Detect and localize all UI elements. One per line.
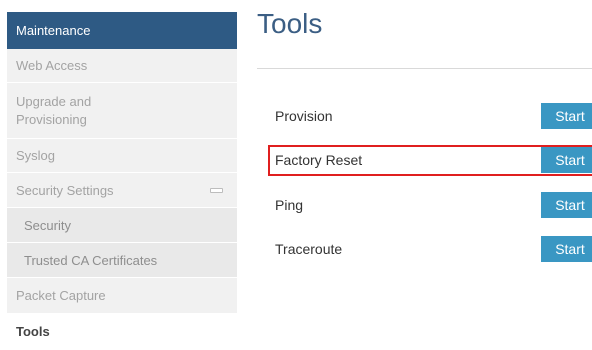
sidebar-header-label: Maintenance	[16, 23, 91, 38]
sidebar-item-label: Syslog	[16, 148, 56, 163]
tool-label: Ping	[275, 197, 304, 213]
tool-label: Traceroute	[275, 241, 343, 257]
sidebar-header-maintenance[interactable]: Maintenance	[7, 12, 237, 49]
start-button[interactable]: Start	[541, 236, 592, 262]
sidebar-item-packet-capture[interactable]: Packet Capture	[7, 278, 237, 314]
sidebar-item-upgrade-provisioning[interactable]: Upgrade and Provisioning	[7, 83, 237, 139]
sidebar-item-label: Upgrade and Provisioning	[16, 93, 92, 127]
sidebar-item-label: Security	[24, 217, 71, 233]
sidebar-item-syslog[interactable]: Syslog	[7, 139, 237, 173]
sidebar-item-label: Web Access	[16, 58, 88, 73]
tool-row-provision: Provision Start	[268, 102, 592, 130]
tool-label: Factory Reset	[275, 152, 363, 168]
title-divider	[257, 68, 592, 69]
tool-label: Provision	[275, 108, 333, 124]
sidebar-item-label: Tools	[16, 324, 50, 339]
sidebar-item-security[interactable]: Security	[7, 208, 237, 243]
minus-icon[interactable]	[210, 187, 223, 193]
tool-row-ping: Ping Start	[268, 191, 592, 219]
main-content: Tools Provision Start Factory Reset Star…	[257, 0, 592, 347]
start-button[interactable]: Start	[541, 192, 592, 218]
sidebar-item-trusted-ca-certificates[interactable]: Trusted CA Certificates	[7, 243, 237, 278]
start-button[interactable]: Start	[541, 147, 592, 173]
sidebar-item-label: Packet Capture	[16, 288, 106, 303]
tool-row-factory-reset: Factory Reset Start	[268, 146, 592, 174]
tool-row-traceroute: Traceroute Start	[268, 235, 592, 263]
sidebar-item-tools[interactable]: Tools	[7, 314, 237, 350]
sidebar-item-label: Security Settings	[16, 182, 114, 198]
sidebar-item-web-access[interactable]: Web Access	[7, 49, 237, 83]
sidebar: Maintenance Web Access Upgrade and Provi…	[7, 12, 237, 350]
page-title: Tools	[257, 8, 323, 39]
start-button[interactable]: Start	[541, 103, 592, 129]
sidebar-item-security-settings[interactable]: Security Settings	[7, 173, 237, 208]
sidebar-item-label: Trusted CA Certificates	[24, 252, 158, 268]
